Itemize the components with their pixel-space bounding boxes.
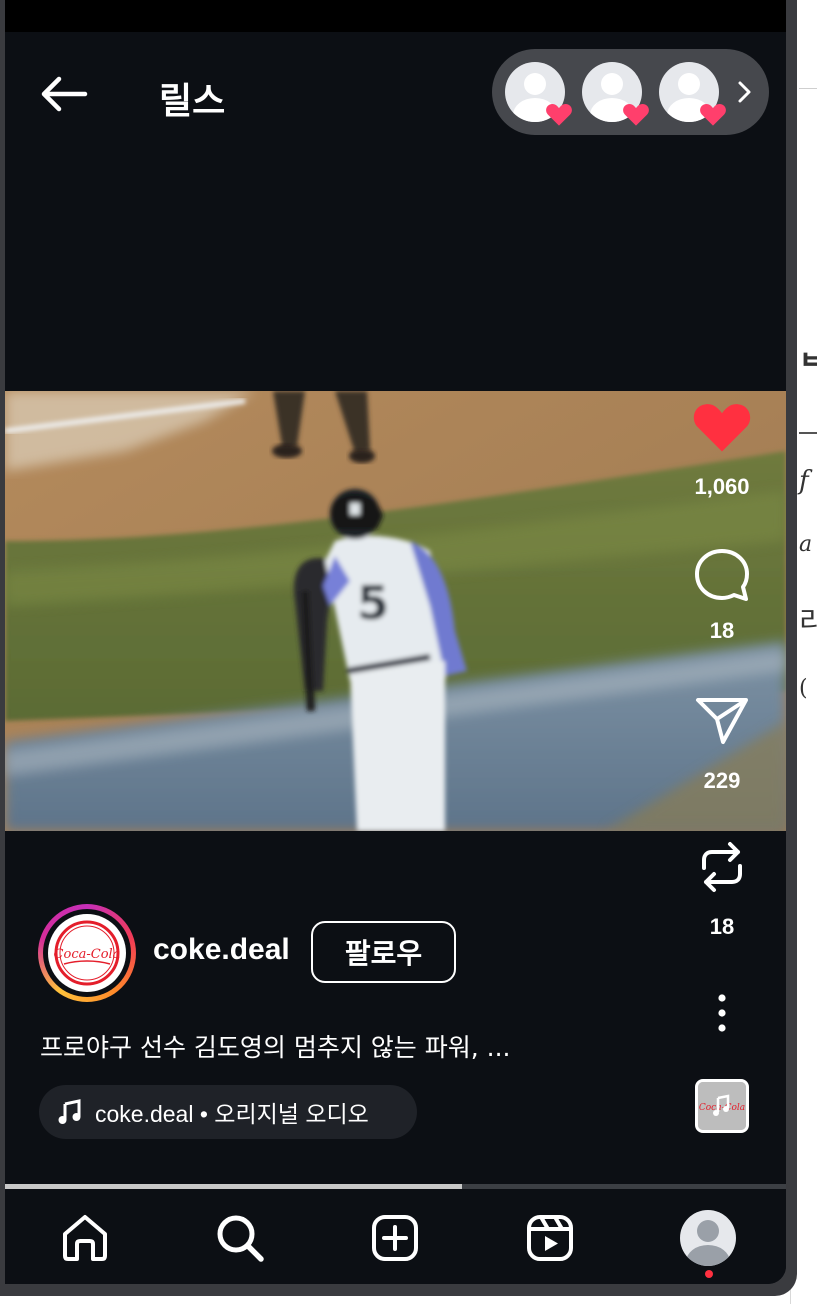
- playback-progress[interactable]: [5, 1184, 786, 1189]
- comment-bubble-icon: [695, 549, 749, 601]
- like-count: 1,060: [694, 474, 750, 499]
- svg-text:Coca-Cola: Coca-Cola: [699, 1103, 745, 1113]
- back-button[interactable]: [35, 72, 95, 116]
- profile-avatar: [680, 1210, 736, 1266]
- reels-header: 릴스: [5, 32, 786, 152]
- create-icon: [372, 1215, 418, 1261]
- page-title: 릴스: [159, 81, 226, 122]
- comment-button[interactable]: 18: [685, 546, 759, 644]
- repost-icon: [702, 842, 742, 892]
- nav-create[interactable]: [367, 1210, 423, 1266]
- chevron-right-icon: [738, 81, 751, 103]
- status-bar: [5, 0, 786, 32]
- coca-cola-logo: Coca-Cola: [48, 914, 126, 992]
- home-icon: [63, 1215, 107, 1261]
- phone-frame: 릴스 5 1,060 18 229 18 Coca-Cola Coca-Cola…: [0, 0, 797, 1296]
- back-arrow-icon: [41, 76, 88, 112]
- nav-profile[interactable]: [680, 1210, 736, 1266]
- share-button[interactable]: 229: [685, 694, 759, 794]
- audio-thumbnail[interactable]: Coca-Cola: [695, 1079, 749, 1133]
- heart-badge-icon: [623, 103, 649, 126]
- search-icon: [217, 1215, 264, 1262]
- nav-home[interactable]: [57, 1210, 113, 1266]
- more-vertical-icon: [718, 994, 726, 1032]
- reel-video[interactable]: 5: [5, 391, 786, 831]
- nav-search[interactable]: [212, 1210, 268, 1266]
- send-icon: [696, 698, 748, 744]
- svg-text:Coca-Cola: Coca-Cola: [54, 947, 121, 962]
- share-count: 229: [703, 768, 741, 793]
- music-note-icon: [58, 1099, 81, 1124]
- like-button[interactable]: 1,060: [685, 398, 759, 500]
- account-avatar[interactable]: Coca-Cola: [38, 904, 136, 1002]
- background-glyph: f: [799, 466, 809, 496]
- likers-pill[interactable]: [492, 49, 769, 135]
- background-glyph: a: [799, 532, 813, 557]
- notification-dot: [705, 1270, 713, 1278]
- reels-icon: [527, 1215, 573, 1261]
- username[interactable]: coke.deal: [153, 933, 290, 967]
- bottom-nav: [5, 1190, 786, 1284]
- remix-count: 18: [709, 914, 735, 939]
- heart-filled-icon: [693, 404, 751, 452]
- reels-screen: 릴스 5 1,060 18 229 18 Coca-Cola Coca-Cola…: [5, 0, 786, 1284]
- heart-badge-icon: [546, 103, 572, 126]
- heart-badge-icon: [700, 103, 726, 126]
- remix-button[interactable]: 18: [685, 838, 759, 940]
- background-glyph: 리: [799, 605, 817, 638]
- background-glyph: (: [799, 676, 808, 701]
- svg-text:5: 5: [357, 576, 389, 630]
- nav-reels[interactable]: [522, 1210, 578, 1266]
- comment-count: 18: [709, 618, 735, 643]
- audio-chip[interactable]: coke.deal • 오리지널 오디오: [39, 1085, 417, 1139]
- background-glyph: ᄇ: [799, 348, 817, 388]
- divider: [799, 432, 817, 434]
- progress-fill: [5, 1184, 462, 1189]
- coca-cola-logo-thumb: Coca-Cola: [698, 1082, 746, 1130]
- post-caption[interactable]: 프로야구 선수 김도영의 멈추지 않는 파워, ...: [40, 1028, 510, 1064]
- follow-button[interactable]: 팔로우: [311, 921, 456, 983]
- more-options-button[interactable]: [685, 990, 759, 1036]
- audio-label: coke.deal • 오리지널 오디오: [95, 1101, 369, 1127]
- video-frame: 5: [5, 391, 786, 831]
- divider: [799, 88, 817, 89]
